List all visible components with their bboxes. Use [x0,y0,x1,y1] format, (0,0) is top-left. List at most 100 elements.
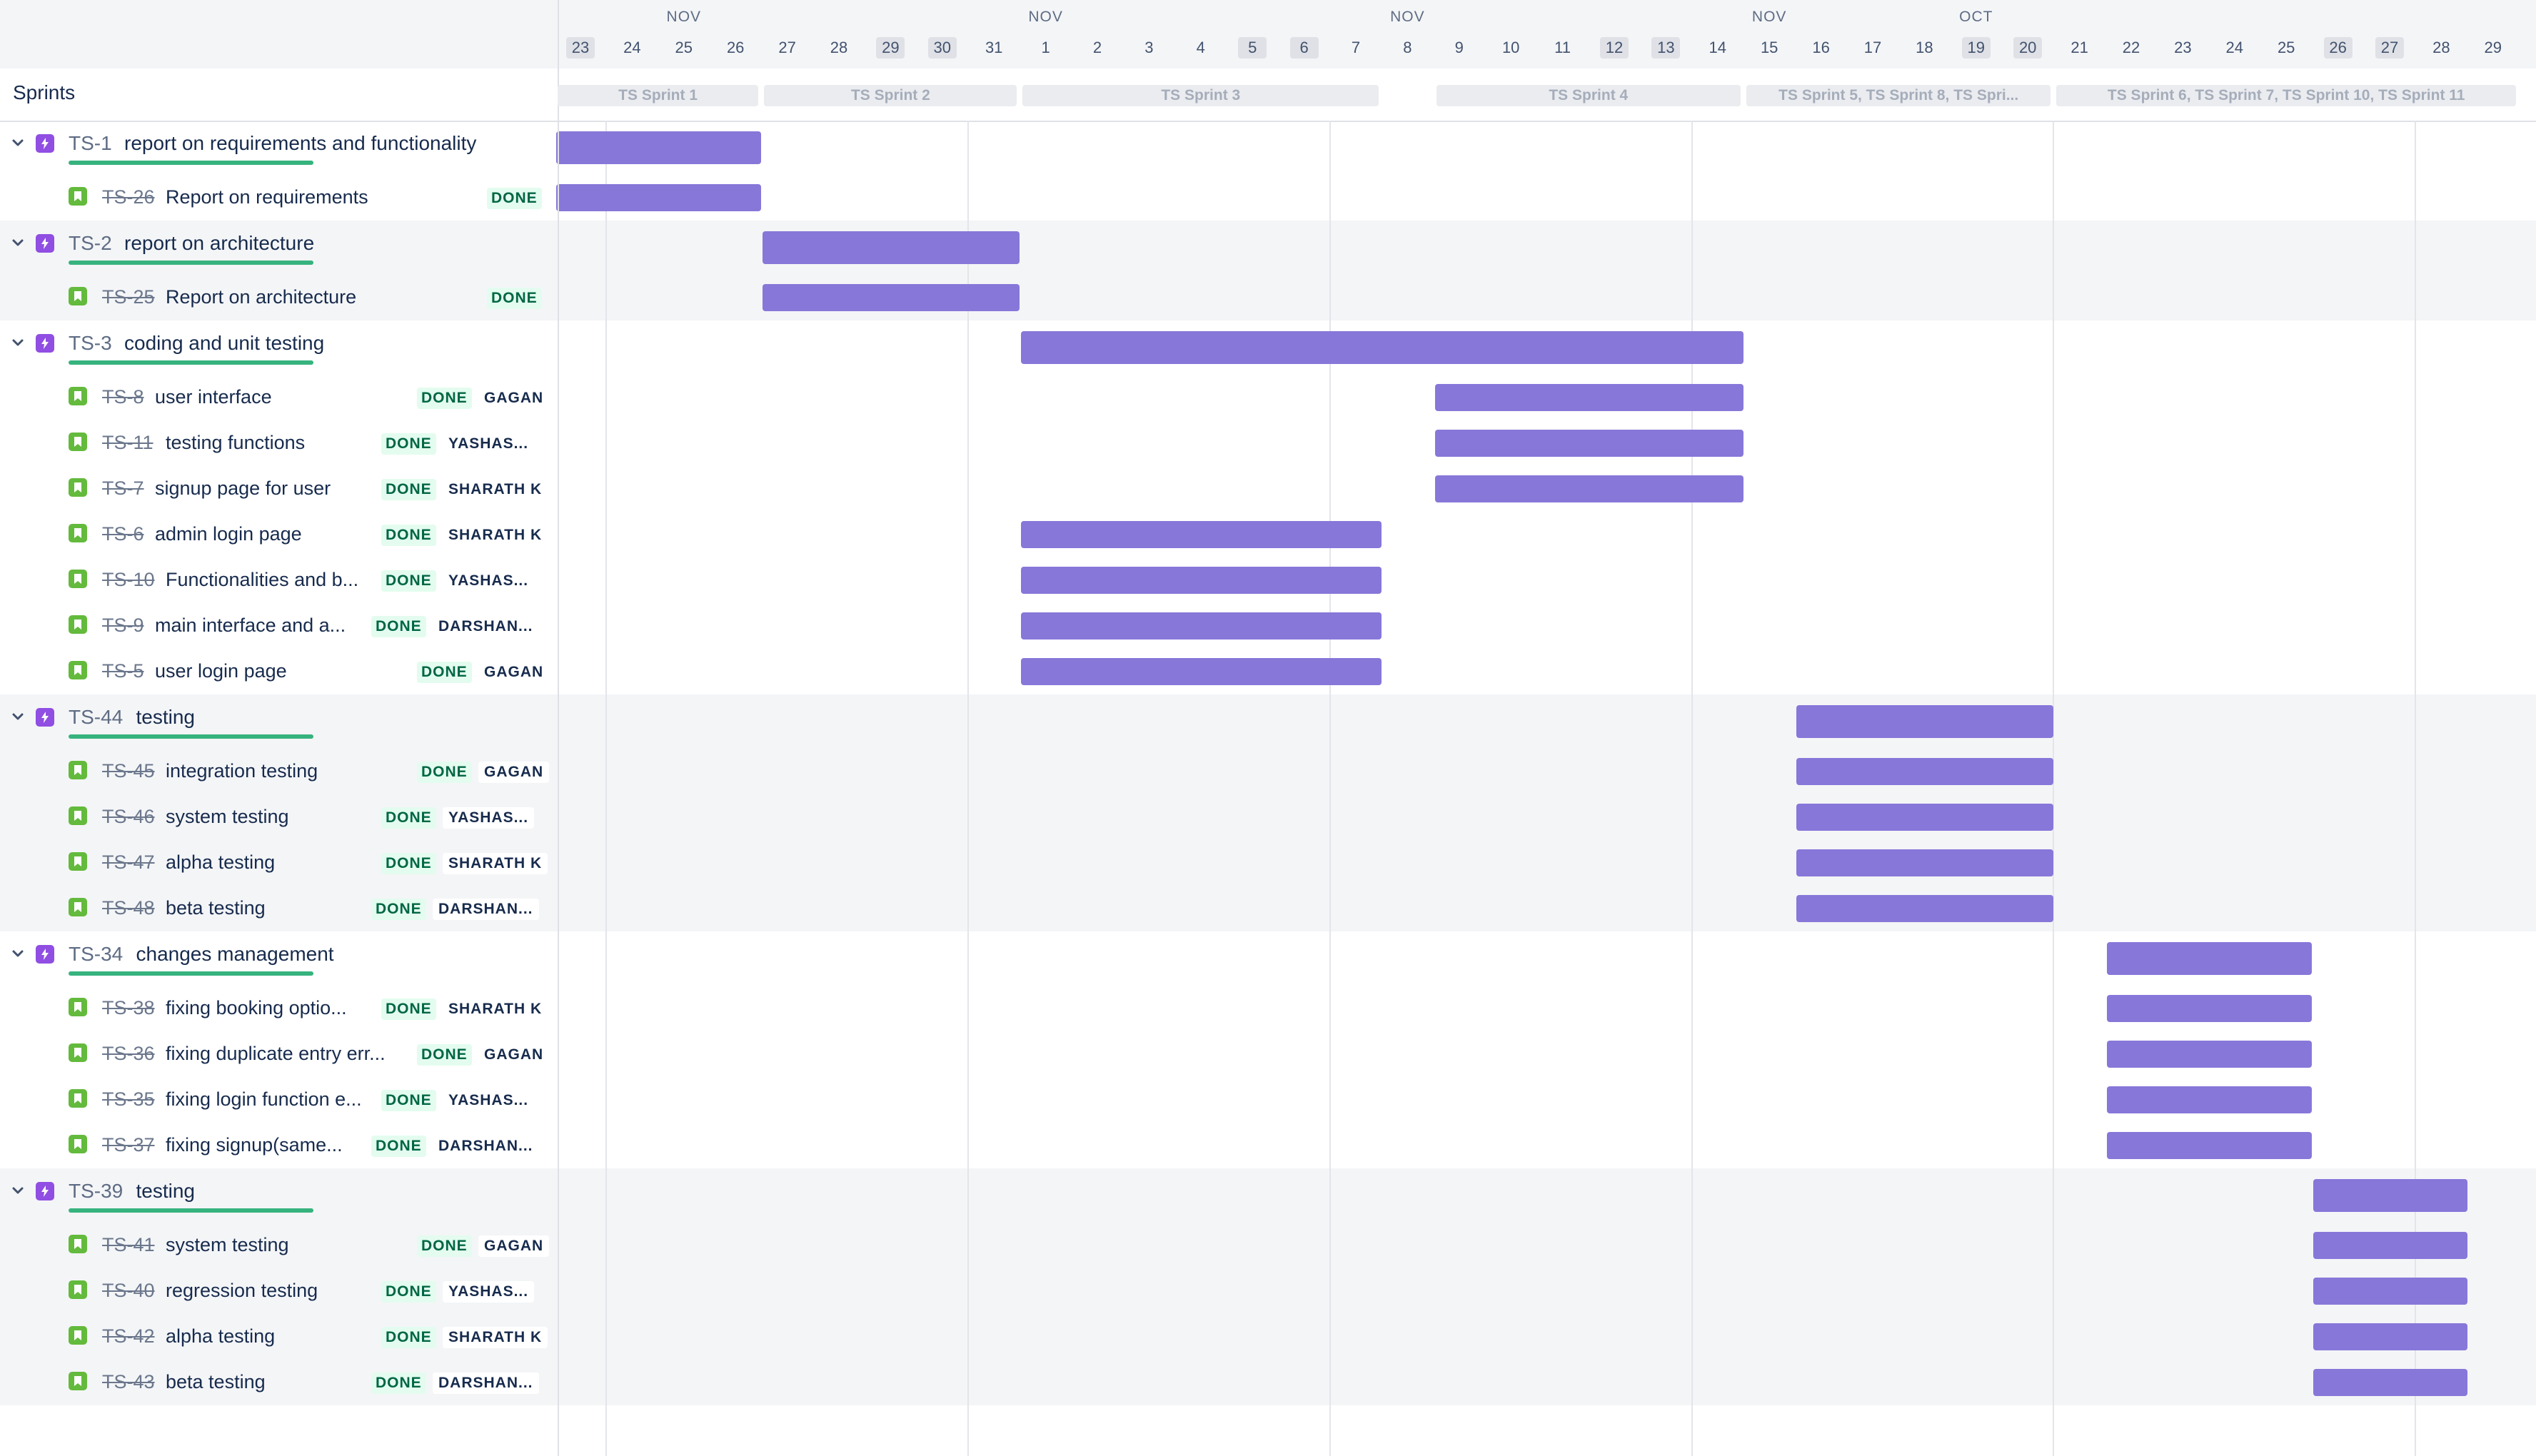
story-timeline-bar[interactable] [1796,895,2054,922]
status-badge[interactable]: DONE [381,807,436,829]
story-title[interactable]: fixing login function e... [166,1088,362,1111]
story-timeline-bar[interactable] [2106,1041,2313,1068]
epic-row[interactable]: TS-44 testing [0,696,558,742]
assignee-badge[interactable]: GAGAN [478,662,550,683]
story-key-link[interactable]: TS-8 [102,386,144,408]
story-row[interactable]: TS-25 Report on architecture DONE [0,275,558,320]
story-row[interactable]: TS-6 admin login page SHARATH K DONE [0,512,558,557]
story-title[interactable]: testing functions [166,432,305,454]
epic-row[interactable]: TS-3 coding and unit testing [0,322,558,368]
epic-title[interactable]: changes management [136,943,334,966]
story-timeline-bar[interactable] [1796,804,2054,831]
story-key-link[interactable]: TS-6 [102,523,144,545]
epic-key-link[interactable]: TS-3 [69,332,112,355]
status-badge[interactable]: DONE [417,1235,472,1257]
story-title[interactable]: alpha testing [166,851,275,874]
assignee-badge[interactable]: SHARATH K [443,479,548,500]
story-key-link[interactable]: TS-37 [102,1134,155,1156]
story-row[interactable]: TS-42 alpha testing SHARATH K DONE [0,1314,558,1360]
story-title[interactable]: beta testing [166,1371,266,1393]
story-timeline-bar[interactable] [1021,658,1382,685]
status-badge[interactable]: DONE [417,762,472,783]
story-timeline-bar[interactable] [1796,849,2054,876]
story-row[interactable]: TS-7 signup page for user SHARATH K DONE [0,466,558,512]
sprint-chip[interactable]: TS Sprint 2 [764,85,1017,106]
assignee-badge[interactable]: SHARATH K [443,853,548,874]
sprint-chip[interactable]: TS Sprint 6, TS Sprint 7, TS Sprint 10, … [2056,85,2516,106]
story-timeline-bar[interactable] [2106,995,2313,1022]
story-row[interactable]: TS-45 integration testing GAGAN DONE [0,749,558,794]
story-key-link[interactable]: TS-45 [102,760,155,782]
status-badge[interactable]: DONE [487,288,542,309]
epic-title[interactable]: coding and unit testing [124,332,324,355]
story-timeline-bar[interactable] [2313,1369,2467,1396]
status-badge[interactable]: DONE [381,1281,436,1303]
status-badge[interactable]: DONE [381,525,436,546]
chevron-down-icon[interactable] [10,235,26,251]
epic-timeline-bar[interactable] [1021,331,1744,364]
story-row[interactable]: TS-10 Functionalities and b... YASHAS... DO… [0,557,558,603]
sprint-chip[interactable]: TS Sprint 1 [557,85,759,106]
story-timeline-bar[interactable] [2313,1278,2467,1305]
story-timeline-bar[interactable] [2313,1232,2467,1259]
status-badge[interactable]: DONE [371,899,426,920]
story-title[interactable]: admin login page [155,523,302,545]
story-key-link[interactable]: TS-46 [102,806,155,828]
status-badge[interactable]: DONE [417,1044,472,1066]
story-key-link[interactable]: TS-25 [102,286,155,308]
epic-title[interactable]: testing [136,1180,196,1203]
story-key-link[interactable]: TS-41 [102,1234,155,1256]
epic-title[interactable]: report on requirements and functionality [124,132,476,155]
assignee-badge[interactable]: DARSHAN... [433,1136,539,1157]
story-row[interactable]: TS-38 fixing booking optio... SHARATH K DON… [0,986,558,1031]
story-key-link[interactable]: TS-48 [102,897,155,919]
story-key-link[interactable]: TS-10 [102,569,155,591]
story-timeline-bar[interactable] [2106,1132,2313,1159]
epic-key-link[interactable]: TS-1 [69,132,112,155]
status-badge[interactable]: DONE [487,188,542,209]
story-title[interactable]: Report on requirements [166,186,368,208]
sprint-chip[interactable]: TS Sprint 4 [1436,85,1741,106]
story-title[interactable]: alpha testing [166,1325,275,1348]
epic-key-link[interactable]: TS-34 [69,943,123,966]
epic-timeline-bar[interactable] [1796,705,2054,738]
story-key-link[interactable]: TS-26 [102,186,155,208]
story-title[interactable]: fixing duplicate entry err... [166,1043,386,1065]
story-row[interactable]: TS-36 fixing duplicate entry err... GAGAN D… [0,1031,558,1077]
story-key-link[interactable]: TS-38 [102,997,155,1019]
assignee-badge[interactable]: YASHAS... [443,570,535,592]
assignee-badge[interactable]: YASHAS... [443,1090,535,1111]
story-key-link[interactable]: TS-7 [102,477,144,500]
status-badge[interactable]: DONE [417,662,472,683]
story-key-link[interactable]: TS-43 [102,1371,155,1393]
story-timeline-bar[interactable] [1021,567,1382,594]
chevron-down-icon[interactable] [10,946,26,961]
assignee-badge[interactable]: YASHAS... [443,807,535,829]
status-badge[interactable]: DONE [381,999,436,1020]
story-title[interactable]: user interface [155,386,272,408]
epic-timeline-bar[interactable] [763,231,1020,264]
story-key-link[interactable]: TS-9 [102,615,144,637]
epic-row[interactable]: TS-39 testing [0,1170,558,1215]
assignee-badge[interactable]: SHARATH K [443,525,548,546]
story-title[interactable]: regression testing [166,1280,318,1302]
epic-row[interactable]: TS-2 report on architecture [0,222,558,268]
story-title[interactable]: Functionalities and b... [166,569,358,591]
story-key-link[interactable]: TS-11 [102,432,154,454]
chevron-down-icon[interactable] [10,1183,26,1198]
story-title[interactable]: user login page [155,660,287,682]
status-badge[interactable]: DONE [381,1090,436,1111]
story-row[interactable]: TS-9 main interface and a... DARSHAN... DON… [0,603,558,649]
story-row[interactable]: TS-37 fixing signup(same... DARSHAN... DONE [0,1123,558,1168]
story-timeline-bar[interactable] [1434,384,1744,411]
sprint-chip[interactable]: TS Sprint 3 [1022,85,1379,106]
story-timeline-bar[interactable] [763,284,1020,311]
assignee-badge[interactable]: DARSHAN... [433,899,539,920]
story-timeline-bar[interactable] [1796,758,2054,785]
story-key-link[interactable]: TS-5 [102,660,144,682]
assignee-badge[interactable]: GAGAN [478,1044,550,1066]
epic-key-link[interactable]: TS-2 [69,232,112,255]
story-timeline-bar[interactable] [1434,475,1744,502]
story-row[interactable]: TS-43 beta testing DARSHAN... DONE [0,1360,558,1405]
status-badge[interactable]: DONE [381,479,436,500]
